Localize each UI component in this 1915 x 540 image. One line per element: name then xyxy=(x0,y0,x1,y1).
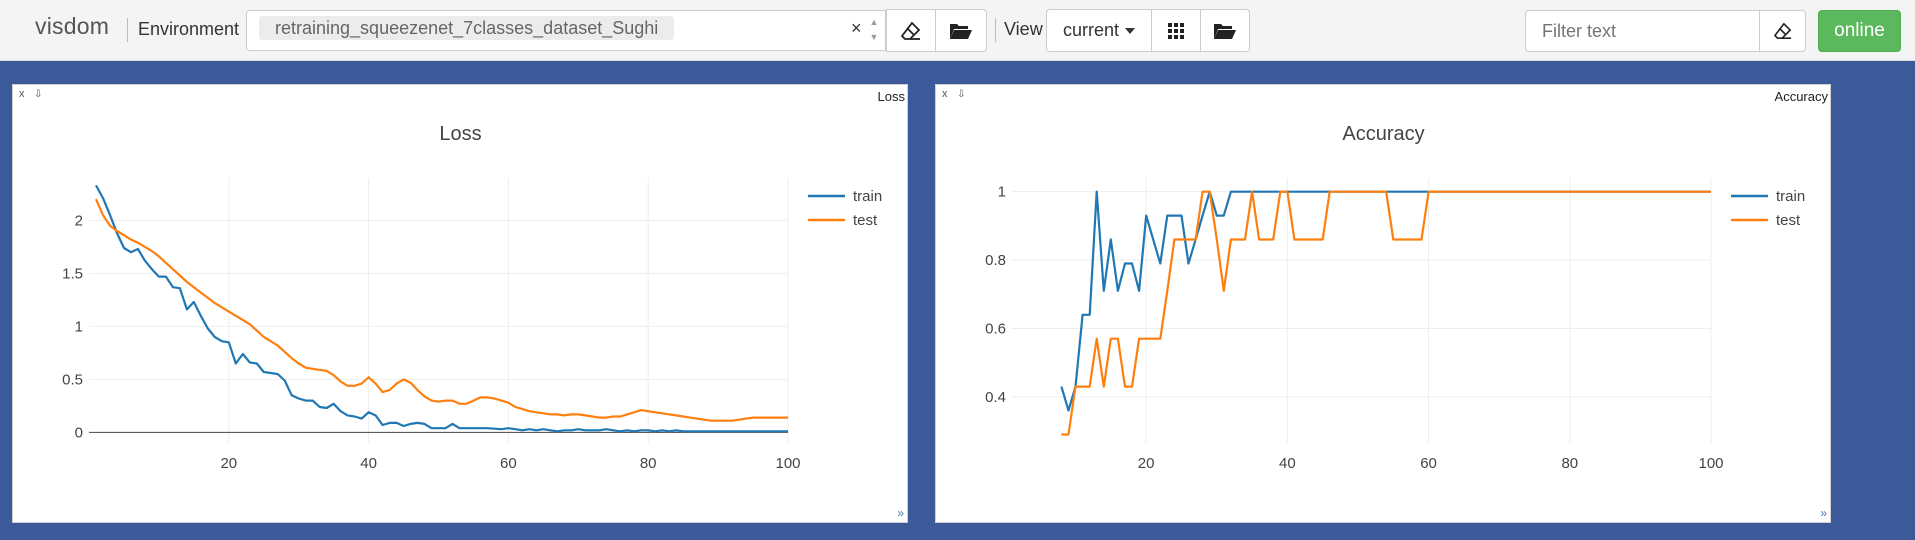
y-tick-label: 1.5 xyxy=(62,265,83,282)
x-tick-label: 40 xyxy=(360,455,377,472)
grid-icon xyxy=(1168,22,1184,39)
legend: train test xyxy=(808,188,882,229)
caret-down-icon xyxy=(1125,27,1136,34)
environment-label: Environment xyxy=(138,19,240,39)
manage-views-button[interactable] xyxy=(1200,9,1250,52)
y-tick-label: 0.5 xyxy=(62,371,83,388)
repack-button[interactable] xyxy=(1151,9,1201,52)
series-line-test xyxy=(1061,190,1711,436)
y-tick-label: 1 xyxy=(75,318,83,335)
folder-open-icon xyxy=(1214,23,1236,39)
view-label: View xyxy=(1004,19,1043,39)
y-tick-label: 0 xyxy=(75,424,83,441)
x-tick-label: 60 xyxy=(1420,455,1437,472)
manage-environments-button[interactable] xyxy=(935,9,987,52)
legend-label-train: train xyxy=(853,188,882,205)
legend-label-test: test xyxy=(853,212,878,229)
filter-input[interactable] xyxy=(1525,10,1760,52)
resize-handle-icon[interactable]: » xyxy=(897,506,904,520)
environment-select[interactable]: retraining_squeezenet_7classes_dataset_S… xyxy=(246,10,886,51)
x-tick-label: 40 xyxy=(1279,455,1296,472)
eraser-icon xyxy=(901,21,921,40)
clear-environment-button[interactable] xyxy=(886,9,936,52)
folder-open-icon xyxy=(950,23,972,39)
legend-label-test: test xyxy=(1776,212,1801,229)
accuracy-chart[interactable]: Accuracy 20 40 60 80 100 0.4 0.6 0.8 1 train test xyxy=(936,85,1832,524)
plot-pane-loss[interactable]: x ⇩ Loss Loss 20 40 60 80 100 0 0.5 1 1.5 2 train te… xyxy=(12,84,908,523)
series-line-test xyxy=(94,198,788,422)
x-tick-label: 100 xyxy=(1698,455,1723,472)
divider xyxy=(995,18,996,42)
series-line-train xyxy=(95,184,788,433)
x-tick-label: 20 xyxy=(220,455,237,472)
legend-label-train: train xyxy=(1776,188,1805,205)
series-line-train xyxy=(1060,190,1711,412)
divider xyxy=(127,18,128,42)
spinner-arrows-icon[interactable]: ▲ ▼ xyxy=(867,15,881,47)
x-tick-label: 60 xyxy=(500,455,517,472)
grid xyxy=(1012,178,1712,443)
x-tick-label: 100 xyxy=(775,455,800,472)
y-tick-label: 0.4 xyxy=(985,389,1006,406)
x-tick-label: 80 xyxy=(1561,455,1578,472)
legend: train test xyxy=(1731,188,1805,229)
view-selected-value: current xyxy=(1062,20,1120,40)
view-select[interactable]: current xyxy=(1046,9,1152,52)
loss-chart[interactable]: Loss 20 40 60 80 100 0 0.5 1 1.5 2 train test xyxy=(13,85,909,524)
plot-pane-accuracy[interactable]: x ⇩ Accuracy Accuracy 20 40 60 80 100 0.4 0.6 0.… xyxy=(935,84,1831,523)
x-tick-label: 80 xyxy=(640,455,657,472)
toolbar: visdom Environment retraining_squeezenet… xyxy=(0,0,1915,61)
y-tick-label: 2 xyxy=(75,212,83,229)
x-tick-label: 20 xyxy=(1138,455,1155,472)
eraser-icon xyxy=(1773,22,1791,40)
resize-handle-icon[interactable]: » xyxy=(1820,506,1827,520)
chart-title: Loss xyxy=(439,123,481,145)
app-logo[interactable]: visdom xyxy=(35,13,109,40)
chart-title: Accuracy xyxy=(1342,123,1424,145)
online-status-button[interactable]: online xyxy=(1818,10,1901,52)
grid xyxy=(89,178,789,443)
y-tick-label: 0.8 xyxy=(985,252,1006,269)
environment-tag[interactable]: retraining_squeezenet_7classes_dataset_S… xyxy=(259,16,675,40)
y-tick-label: 0.6 xyxy=(985,320,1006,337)
clear-icon[interactable]: × xyxy=(851,18,862,39)
clear-filter-button[interactable] xyxy=(1759,10,1806,52)
y-tick-label: 1 xyxy=(998,184,1006,201)
